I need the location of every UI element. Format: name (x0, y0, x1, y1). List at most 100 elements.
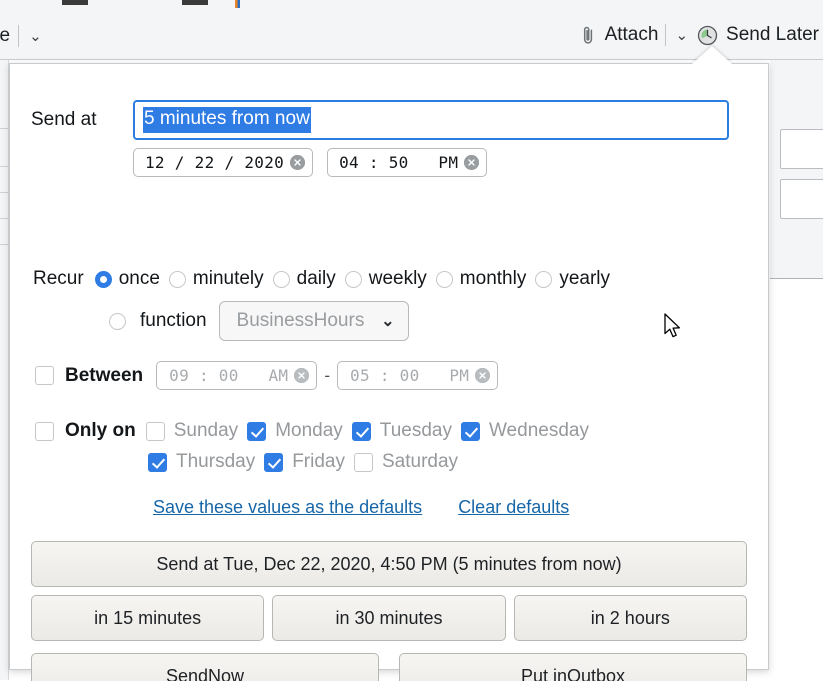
quick-delay-button-row: in 15 minutes in 30 minutes in 2 hours (31, 595, 747, 641)
checkbox-monday-icon[interactable] (247, 421, 267, 441)
toolbar-icon-stub-2 (182, 0, 208, 5)
radio-minutely-icon[interactable] (168, 270, 186, 288)
day-label-saturday: Saturday (382, 451, 459, 472)
clock-icon (697, 25, 718, 46)
toolbar-icon-stub-1 (62, 0, 88, 5)
send-later-button-label[interactable]: Send Later (726, 24, 819, 46)
day-checkbox-friday[interactable]: Friday (264, 451, 345, 473)
recur-yearly-label: yearly (559, 268, 611, 289)
in-2-hours-button[interactable]: in 2 hours (513, 595, 747, 641)
background-toolbar-top (0, 0, 823, 13)
clear-defaults-link[interactable]: Clear defaults (458, 497, 569, 518)
only-on-row: Only on Sunday Monday Tuesday Wednesday (35, 420, 598, 442)
recur-monthly-label: monthly (459, 268, 527, 289)
attach-chevron-down-icon[interactable]: ⌄ (673, 28, 690, 43)
day-checkbox-sunday[interactable]: Sunday (145, 420, 239, 442)
radio-weekly-icon[interactable] (344, 270, 362, 288)
recur-option-minutely[interactable]: minutely (168, 268, 264, 290)
day-checkbox-monday[interactable]: Monday (247, 420, 343, 442)
send-at-scheduled-button-label: Send at Tue, Dec 22, 2020, 4:50 PM (5 mi… (156, 553, 622, 574)
send-now-button[interactable]: Send Now (31, 653, 379, 681)
send-now-accel-key: N (208, 665, 222, 681)
date-field[interactable]: 12 / 22 / 2020 (133, 148, 314, 177)
between-start-value: 09 : 00 AM (169, 366, 289, 385)
in-30-minutes-label: in 30 minutes (335, 607, 443, 628)
between-start-time-field[interactable]: 09 : 00 AM (156, 361, 318, 390)
checkbox-saturday-icon[interactable] (354, 452, 373, 472)
between-separator: - (324, 365, 331, 385)
toolbar-left-group: ve ⌄ (0, 25, 44, 47)
day-checkbox-tuesday[interactable]: Tuesday (351, 420, 452, 442)
background-compose-panel (770, 60, 823, 279)
send-now-label-pre: Send (165, 665, 209, 681)
recur-option-daily[interactable]: daily (272, 268, 336, 290)
send-now-label-post: ow (221, 665, 245, 681)
day-label-sunday: Sunday (173, 420, 239, 441)
between-start-clear-icon[interactable] (294, 368, 310, 383)
date-clear-icon[interactable] (290, 155, 306, 170)
send-at-input[interactable]: 5 minutes from now (133, 100, 729, 140)
radio-daily-icon[interactable] (272, 270, 290, 288)
radio-once-icon[interactable] (94, 270, 112, 288)
between-end-time-field[interactable]: 05 : 00 PM (337, 361, 499, 390)
chevron-down-icon: ⌄ (381, 313, 395, 330)
day-checkbox-wednesday[interactable]: Wednesday (460, 420, 589, 442)
between-checkbox[interactable] (35, 366, 54, 385)
in-30-minutes-button[interactable]: in 30 minutes (272, 595, 506, 641)
send-at-scheduled-button[interactable]: Send at Tue, Dec 22, 2020, 4:50 PM (5 mi… (31, 541, 747, 587)
recur-option-once[interactable]: once (94, 268, 160, 290)
in-15-minutes-label: in 15 minutes (94, 607, 202, 628)
checkbox-sunday-icon[interactable] (145, 421, 165, 441)
paperclip-icon (581, 26, 596, 45)
popup-pointer-arrow (692, 46, 732, 64)
recur-option-yearly[interactable]: yearly (535, 268, 610, 290)
only-on-checkbox[interactable] (35, 421, 54, 441)
recur-minutely-label: minutely (192, 268, 264, 289)
recur-label: Recur (33, 268, 84, 289)
checkbox-wednesday-icon[interactable] (460, 421, 480, 441)
checkbox-friday-icon[interactable] (264, 452, 284, 472)
background-input-field-1[interactable] (780, 129, 823, 169)
function-select[interactable]: BusinessHours ⌄ (218, 301, 409, 341)
radio-yearly-icon[interactable] (535, 270, 553, 288)
only-on-label: Only on (65, 420, 136, 441)
day-label-friday: Friday (292, 451, 345, 472)
background-left-strip (0, 60, 9, 680)
toolbar-right-group: Attach ⌄ Send Later (581, 24, 819, 46)
background-input-field-2[interactable] (780, 179, 823, 219)
time-field[interactable]: 04 : 50 PM (327, 148, 488, 177)
time-clear-icon[interactable] (464, 155, 480, 170)
between-end-clear-icon[interactable] (475, 368, 491, 383)
background-left-divider-2 (0, 166, 9, 167)
recur-once-label: once (118, 268, 160, 289)
outbox-label-pre: Put in (520, 665, 567, 681)
checkbox-thursday-icon[interactable] (148, 452, 167, 472)
checkbox-tuesday-icon[interactable] (351, 421, 371, 441)
recur-option-weekly[interactable]: weekly (344, 268, 427, 290)
recur-daily-label: daily (296, 268, 336, 289)
defaults-links-row: Save these values as the defaults Clear … (153, 497, 569, 518)
background-left-divider-4 (0, 218, 9, 219)
send-at-label: Send at (31, 109, 97, 130)
outbox-label-post: utbox (581, 665, 626, 681)
day-checkbox-saturday[interactable]: Saturday (354, 451, 458, 473)
save-button-label[interactable]: ve (0, 25, 10, 47)
put-in-outbox-button[interactable]: Put in Outbox (399, 653, 747, 681)
between-row: Between 09 : 00 AM - 05 : 00 PM (35, 361, 499, 390)
day-checkbox-thursday[interactable]: Thursday (148, 451, 255, 473)
between-label: Between (65, 364, 144, 386)
app-root: ve ⌄ Attach ⌄ Send Later (0, 0, 823, 681)
in-15-minutes-button[interactable]: in 15 minutes (31, 595, 265, 641)
save-defaults-link[interactable]: Save these values as the defaults (153, 497, 422, 518)
save-chevron-down-icon[interactable]: ⌄ (27, 29, 44, 44)
attach-button-label[interactable]: Attach (605, 24, 659, 46)
recur-weekly-label: weekly (368, 268, 427, 289)
background-left-divider-1 (0, 128, 9, 129)
radio-monthly-icon[interactable] (435, 270, 453, 288)
recur-option-monthly[interactable]: monthly (435, 268, 527, 290)
outbox-accel-key: O (566, 665, 581, 681)
date-time-chip-row: 12 / 22 / 2020 04 : 50 PM (133, 148, 488, 177)
between-end-value: 05 : 00 PM (350, 366, 470, 385)
radio-function-icon[interactable] (109, 312, 126, 330)
day-label-tuesday: Tuesday (379, 420, 452, 441)
